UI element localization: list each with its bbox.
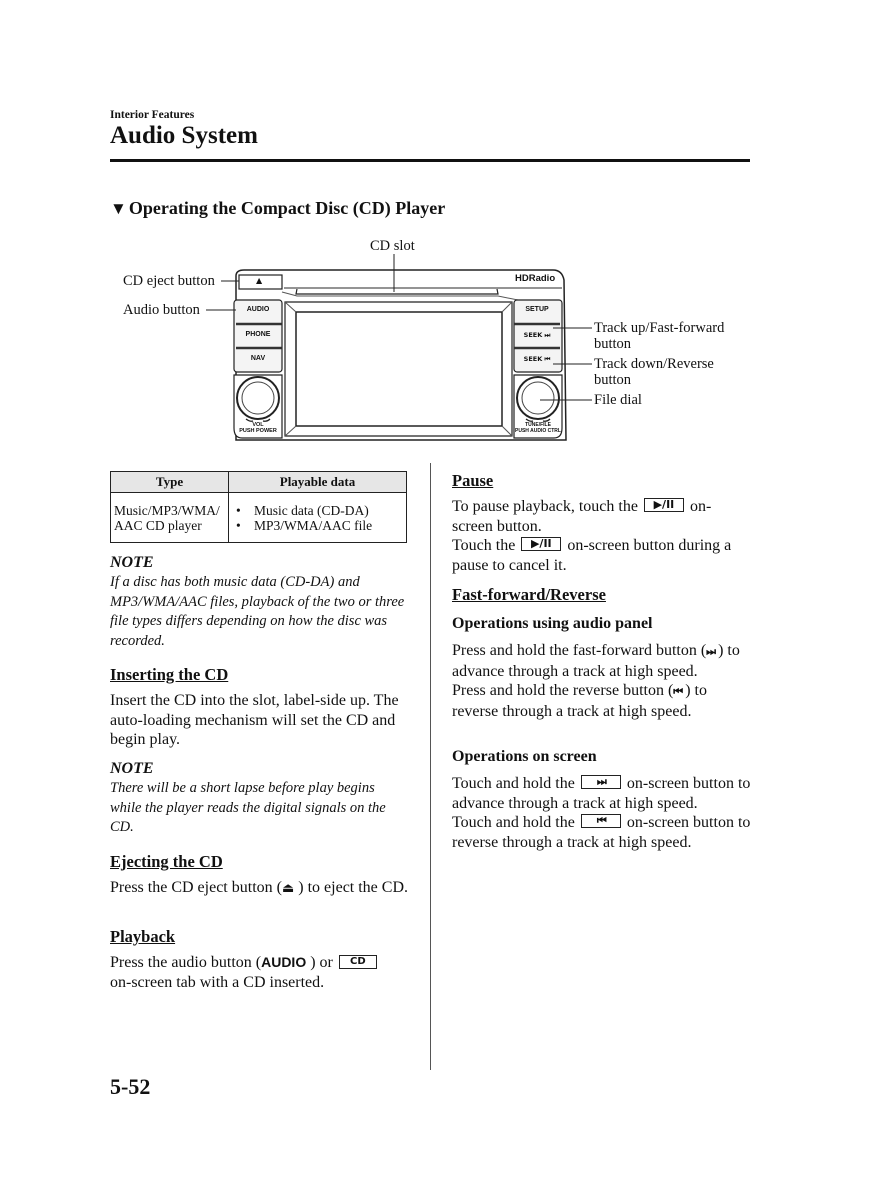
note1-text: If a disc has both music data (CD-DA) an…: [110, 574, 405, 649]
file-dial-knob-label: TUNE/FILE PUSH AUDIO CTRL: [514, 422, 562, 434]
screen-rev-before: Touch and hold the: [452, 814, 579, 831]
playback-text: Press the audio button (AUDIO ) or CD on…: [110, 953, 410, 992]
phone-button[interactable]: PHONE: [234, 331, 282, 338]
audio-button-glyph: AUDIO: [261, 954, 307, 970]
table-cell-type: Music/MP3/WMA/ AAC CD player: [110, 492, 229, 543]
audio-button[interactable]: AUDIO: [234, 306, 282, 313]
seek-forward-button[interactable]: SEEK ⏭: [514, 331, 560, 340]
push-audio-ctrl-label: PUSH AUDIO CTRL: [515, 428, 561, 434]
playback-text-after: on-screen tab with a CD inserted.: [110, 973, 325, 991]
type-line1: Music/MP3/WMA/: [114, 502, 220, 518]
ejecting-text: Press the CD eject button (⏏ ) to eject …: [110, 878, 408, 899]
volume-knob: [236, 376, 280, 420]
ejecting-heading: Ejecting the CD: [110, 852, 223, 871]
panel-ff-before: Press and hold the fast-forward button (: [452, 642, 707, 659]
playable-list: Music data (CD-DA) MP3/WMA/AAC file: [232, 503, 403, 533]
playable-data-table: Type Playable data Music/MP3/WMA/ AAC CD…: [110, 471, 407, 543]
list-item: Music data (CD-DA): [236, 503, 403, 518]
pause-text: To pause playback, touch the ▶/II on-scr…: [452, 497, 752, 575]
panel-ops-subheading: Operations using audio panel: [452, 615, 653, 632]
ejecting-text-before: Press the CD eject button (: [110, 879, 282, 896]
inserting-text: Insert the CD into the slot, label-side …: [110, 692, 399, 748]
table-row: Music/MP3/WMA/ AAC CD player Music data …: [110, 492, 407, 543]
pause-line2-before: Touch the: [452, 537, 520, 554]
file-dial-knob: [516, 376, 560, 420]
inserting-heading: Inserting the CD: [110, 665, 229, 684]
cd-tab-icon: CD: [338, 955, 377, 969]
playback-heading: Playback: [110, 927, 176, 946]
setup-button[interactable]: SETUP: [514, 306, 560, 313]
callout-track-up: Track up/Fast-forward button: [594, 320, 724, 352]
table-cell-playable: Music data (CD-DA) MP3/WMA/AAC file: [228, 492, 407, 543]
callout-track-up-line2: button: [594, 336, 632, 352]
column-divider: [430, 463, 431, 1070]
pause-line1-before: To pause playback, touch the: [452, 498, 642, 515]
page-number: 5-52: [110, 1074, 151, 1099]
callout-track-up-line1: Track up/Fast-forward: [594, 320, 725, 336]
panel-ops-text: Press and hold the fast-forward button (…: [452, 641, 752, 721]
note2-text: There will be a short lapse before play …: [110, 780, 386, 835]
hd-logo-suffix: Radio: [528, 273, 556, 284]
table-header-type: Type: [110, 471, 229, 493]
callout-track-down: Track down/Reverse button: [594, 356, 714, 388]
callout-track-down-line1: Track down/Reverse: [594, 356, 714, 372]
volume-knob-label: VOL PUSH POWER: [234, 422, 282, 434]
hd-logo-prefix: HD: [515, 273, 529, 284]
audio-unit-figure: ▲ HDRadio AUDIO PHONE NAV SETUP SEEK ⏭ S…: [0, 0, 889, 460]
panel-rev-before: Press and hold the reverse button (: [452, 682, 674, 699]
nav-button[interactable]: NAV: [234, 355, 282, 362]
table-header-row: Type Playable data: [110, 471, 407, 493]
callout-audio-button: Audio button: [123, 302, 200, 318]
table-header-playable-data: Playable data: [228, 471, 407, 493]
callout-cd-eject-button: CD eject button: [123, 273, 215, 289]
eject-icon: ⏏: [281, 881, 295, 896]
fast-forward-onscreen-icon: ⏭: [580, 775, 621, 789]
screen-ops-subheading: Operations on screen: [452, 748, 597, 765]
list-item: MP3/WMA/AAC file: [236, 518, 403, 533]
ff-rev-heading: Fast-forward/Reverse: [452, 585, 606, 604]
push-power-label: PUSH POWER: [239, 428, 277, 434]
play-pause-icon: ▶/II: [521, 537, 562, 551]
audio-unit-illustration: [206, 254, 592, 441]
ejecting-text-after: ) to eject the CD.: [294, 879, 409, 896]
pause-heading: Pause: [452, 471, 494, 490]
playback-text-middle: ) or: [306, 954, 337, 971]
hd-radio-logo: HDRadio: [515, 273, 555, 284]
note2-heading: NOTE: [110, 760, 154, 777]
callout-track-down-line2: button: [594, 372, 632, 388]
cd-eject-button-glyph: ▲: [256, 276, 263, 285]
reverse-onscreen-icon: ⏮: [580, 814, 621, 828]
seek-back-button[interactable]: SEEK ⏮: [514, 355, 560, 364]
callout-cd-slot: CD slot: [370, 238, 415, 254]
type-line2: AAC CD player: [114, 517, 202, 533]
touch-screen: [295, 311, 503, 427]
callout-file-dial: File dial: [594, 392, 642, 408]
note1-heading: NOTE: [110, 554, 154, 571]
play-pause-icon: ▶/II: [643, 498, 684, 512]
screen-ops-text: Touch and hold the ⏭ on-screen button to…: [452, 774, 752, 852]
playback-text-before: Press the audio button (: [110, 954, 262, 971]
screen-ff-before: Touch and hold the: [452, 775, 579, 792]
fast-forward-icon: ⏭: [706, 645, 716, 658]
reverse-icon: ⏮: [673, 685, 683, 698]
